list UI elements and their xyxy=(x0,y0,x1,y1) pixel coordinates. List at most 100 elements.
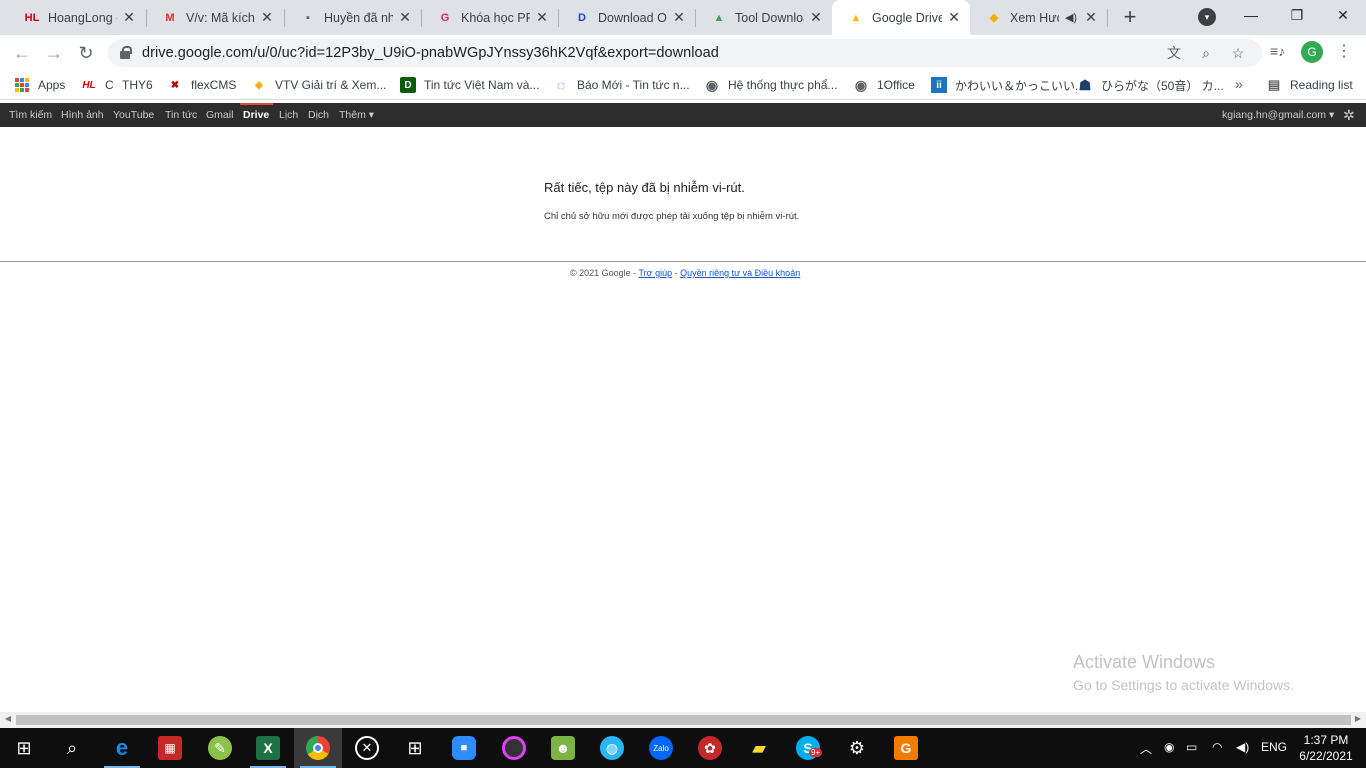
translate-icon[interactable]: 文 xyxy=(1166,45,1182,61)
clock-date: 6/22/2021 xyxy=(1299,749,1353,763)
settings-icon[interactable]: ⚙ xyxy=(845,736,869,760)
minimize-icon[interactable]: — xyxy=(1228,0,1274,30)
menu-kebab-icon[interactable]: ⋮ xyxy=(1336,41,1352,61)
excel-icon[interactable]: X xyxy=(256,736,280,760)
bookmark-1office[interactable]: ◉ 1Office xyxy=(853,76,915,94)
close-icon[interactable]: ✕ xyxy=(121,9,137,26)
xbox-icon[interactable]: ✕ xyxy=(355,736,379,760)
gbar-link-drive[interactable]: Drive xyxy=(243,109,269,121)
gbar-link-news[interactable]: Tin tức xyxy=(165,109,197,121)
window-close-icon[interactable]: ✕ xyxy=(1320,0,1366,30)
language-indicator[interactable]: ENG xyxy=(1261,740,1287,754)
forward-icon[interactable]: → xyxy=(41,40,67,66)
back-icon[interactable]: ← xyxy=(9,40,35,66)
address-bar[interactable]: drive.google.com/u/0/uc?id=12P3by_U9iO-p… xyxy=(108,39,1262,67)
error-title: Rất tiếc, tệp này đã bị nhiễm vi-rút. xyxy=(544,180,745,195)
chrome-icon[interactable] xyxy=(306,736,330,760)
gbar-link-gmail[interactable]: Gmail xyxy=(206,109,233,121)
gbar-link-more[interactable]: Thêm ▾ xyxy=(339,109,374,121)
bookmark-thy6[interactable]: THY6 xyxy=(122,76,153,94)
tab-tool-download[interactable]: ▲ Tool Downloa ✕ xyxy=(695,0,832,35)
gbar-link-youtube[interactable]: YouTube xyxy=(113,109,154,121)
ball-icon[interactable]: ✿ xyxy=(698,736,722,760)
gear-icon[interactable]: ✲ xyxy=(1343,107,1355,124)
pdf-icon[interactable]: G xyxy=(894,736,918,760)
bookmark-hiragana[interactable]: ☗ ひらがな（50音） カ... xyxy=(1077,76,1224,94)
search-icon[interactable]: ⌕ xyxy=(60,736,84,760)
speaker-icon[interactable]: ◀) xyxy=(1063,10,1079,26)
close-icon[interactable]: ✕ xyxy=(397,9,413,26)
page-footer: © 2021 Google - Trợ giúp - Quyền riêng t… xyxy=(570,268,800,278)
close-icon[interactable]: ✕ xyxy=(259,9,275,26)
wifi-icon[interactable]: ◠ xyxy=(1212,740,1222,754)
gbar-link-search[interactable]: Tìm kiếm xyxy=(9,109,52,121)
tray-chevron-icon[interactable]: ︿ xyxy=(1140,740,1152,757)
tab-huyen[interactable]: ▪ Huyền đã nhắ ✕ xyxy=(284,0,421,35)
scroll-right-icon[interactable]: ▶ xyxy=(1350,714,1366,723)
gbar-link-images[interactable]: Hình ảnh xyxy=(61,109,104,121)
profile-avatar[interactable]: G xyxy=(1301,41,1323,63)
reading-list-button[interactable]: ▤ Reading list xyxy=(1266,76,1353,94)
url-text[interactable]: drive.google.com/u/0/uc?id=12P3by_U9iO-p… xyxy=(142,45,719,61)
globe-app-icon[interactable]: ◍ xyxy=(600,736,624,760)
zoom-icon[interactable]: ⌕ xyxy=(1198,45,1214,61)
restore-icon[interactable]: ❐ xyxy=(1274,0,1320,30)
tab-khoahoc[interactable]: G Khóa học PPC ✕ xyxy=(421,0,558,35)
tab-download[interactable]: D Download Off ✕ xyxy=(558,0,695,35)
bookmark-star-icon[interactable]: ☆ xyxy=(1230,45,1246,61)
tab-hoanglong[interactable]: HL HoangLong - ✕ xyxy=(8,0,145,35)
gbar-link-translate[interactable]: Dịch xyxy=(308,109,329,121)
bookmark-flexcms[interactable]: ✖ flexCMS xyxy=(167,76,237,94)
bookmark-label: ひらがな（50音） カ... xyxy=(1101,78,1224,93)
game-icon[interactable]: ☻ xyxy=(551,736,575,760)
baomoi-icon: ◌ xyxy=(556,77,566,93)
tab-google-drive[interactable]: ▲ Google Drive ✕ xyxy=(832,0,970,35)
tab-title: Download Off xyxy=(598,10,667,25)
close-icon[interactable]: ✕ xyxy=(534,9,550,26)
close-icon[interactable]: ✕ xyxy=(946,9,962,26)
gbar-link-calendar[interactable]: Lịch xyxy=(279,109,298,121)
store-icon[interactable]: ⊞ xyxy=(403,736,427,760)
bookmark-apps[interactable]: Apps xyxy=(14,76,65,94)
google-bar: Tìm kiếm Hình ảnh YouTube Tin tức Gmail … xyxy=(0,103,1366,127)
vpn-icon[interactable]: ◉ xyxy=(1164,740,1174,754)
tab-search-icon[interactable]: ▾ xyxy=(1198,8,1216,26)
bookmark-kawaii[interactable]: ii かわいい＆かっこいい... xyxy=(931,76,1085,94)
reload-icon[interactable]: ↻ xyxy=(73,40,99,66)
bookmark-label: flexCMS xyxy=(191,78,237,92)
new-tab-button[interactable]: + xyxy=(1118,5,1142,29)
gbar-user-email[interactable]: kgiang.hn@gmail.com ▾ xyxy=(1222,109,1334,121)
browser-toolbar: ← → ↻ drive.google.com/u/0/uc?id=12P3by_… xyxy=(0,35,1366,70)
close-icon[interactable]: ✕ xyxy=(671,9,687,26)
lock-icon[interactable] xyxy=(120,46,132,59)
error-message: Chỉ chủ sở hữu mới được phép tải xuống t… xyxy=(544,211,800,222)
media-control-icon[interactable]: ≡♪ xyxy=(1270,43,1285,59)
chevron-more-icon[interactable]: » xyxy=(1235,76,1243,92)
tab-gmail[interactable]: M V/v: Mã kích h ✕ xyxy=(146,0,283,35)
bookmark-c[interactable]: HL C xyxy=(81,76,113,94)
close-icon[interactable]: ✕ xyxy=(1083,9,1099,26)
horizontal-scrollbar[interactable]: ◀ ▶ xyxy=(0,712,1366,728)
close-icon[interactable]: ✕ xyxy=(808,9,824,26)
scroll-left-icon[interactable]: ◀ xyxy=(0,714,16,723)
volume-icon[interactable]: ◀) xyxy=(1236,740,1249,754)
scrollbar-thumb[interactable] xyxy=(16,715,1351,725)
bookmark-vtv[interactable]: ◆ VTV Giải trí & Xem... xyxy=(251,76,386,94)
zoom-icon[interactable]: ■ xyxy=(452,736,476,760)
bookmark-tintuc[interactable]: D Tin tức Việt Nam và... xyxy=(400,76,539,94)
system-clock[interactable]: 1:37 PM 6/22/2021 xyxy=(1296,732,1356,764)
bookmark-baomoi[interactable]: ◌ Báo Mới - Tin tức n... xyxy=(553,76,690,94)
bookmark-label: かわいい＆かっこいい... xyxy=(955,78,1086,93)
green-app-icon[interactable]: ✎ xyxy=(208,736,232,760)
bookmark-hethong[interactable]: ◉ Hệ thống thực phẩ... xyxy=(704,76,838,94)
windows-start-icon[interactable]: ⊞ xyxy=(12,736,36,760)
privacy-terms-link[interactable]: Quyền riêng tư và Điều khoản xyxy=(680,268,800,278)
folder-icon[interactable]: ▰ xyxy=(747,736,771,760)
camera-app-icon[interactable] xyxy=(502,736,526,760)
help-link[interactable]: Trợ giúp xyxy=(639,268,673,278)
tab-xem[interactable]: ◆ Xem Hươ ◀) ✕ xyxy=(970,0,1107,35)
zalo-icon[interactable]: Zalo xyxy=(649,736,673,760)
office-tool-icon[interactable]: ▦ xyxy=(158,736,182,760)
edge-icon[interactable]: e xyxy=(110,735,134,760)
battery-icon[interactable]: ▭ xyxy=(1186,740,1197,754)
